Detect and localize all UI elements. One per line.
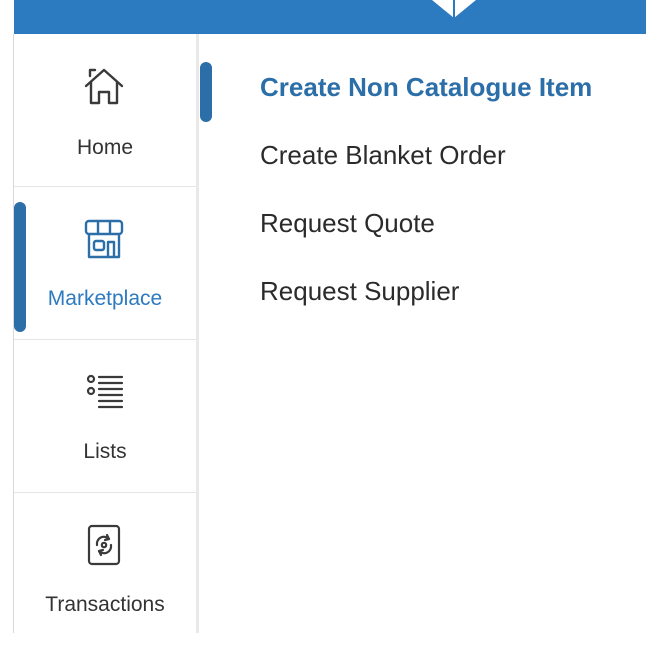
sidebar-nav: Home Marketplace Lists Transactions: [14, 34, 199, 633]
sidebar-item-label: Home: [76, 136, 134, 159]
list-icon: [86, 374, 124, 409]
active-nav-indicator: [14, 202, 26, 332]
sidebar-item-transactions[interactable]: Transactions: [14, 493, 196, 645]
sidebar-item-label: Transactions: [45, 593, 165, 616]
header-notch-icon: [432, 0, 476, 18]
menu-item-create-blanket-order[interactable]: Create Blanket Order: [260, 130, 640, 198]
menu-item-request-supplier[interactable]: Request Supplier: [260, 266, 640, 334]
menu-item-create-non-catalogue-item[interactable]: Create Non Catalogue Item: [260, 62, 640, 130]
transactions-icon: [87, 524, 121, 566]
storefront-icon: [84, 219, 124, 259]
sidebar-item-label: Marketplace: [47, 287, 163, 310]
sidebar-item-marketplace[interactable]: Marketplace: [14, 187, 196, 340]
active-submenu-indicator: [200, 62, 212, 122]
sidebar-item-label: Lists: [83, 440, 127, 463]
home-icon: [84, 68, 124, 105]
marketplace-submenu: Create Non Catalogue Item Create Blanket…: [260, 62, 640, 334]
top-header-bar: [14, 0, 646, 34]
sidebar-item-home[interactable]: Home: [14, 34, 196, 187]
sidebar-item-lists[interactable]: Lists: [14, 340, 196, 493]
menu-item-request-quote[interactable]: Request Quote: [260, 198, 640, 266]
